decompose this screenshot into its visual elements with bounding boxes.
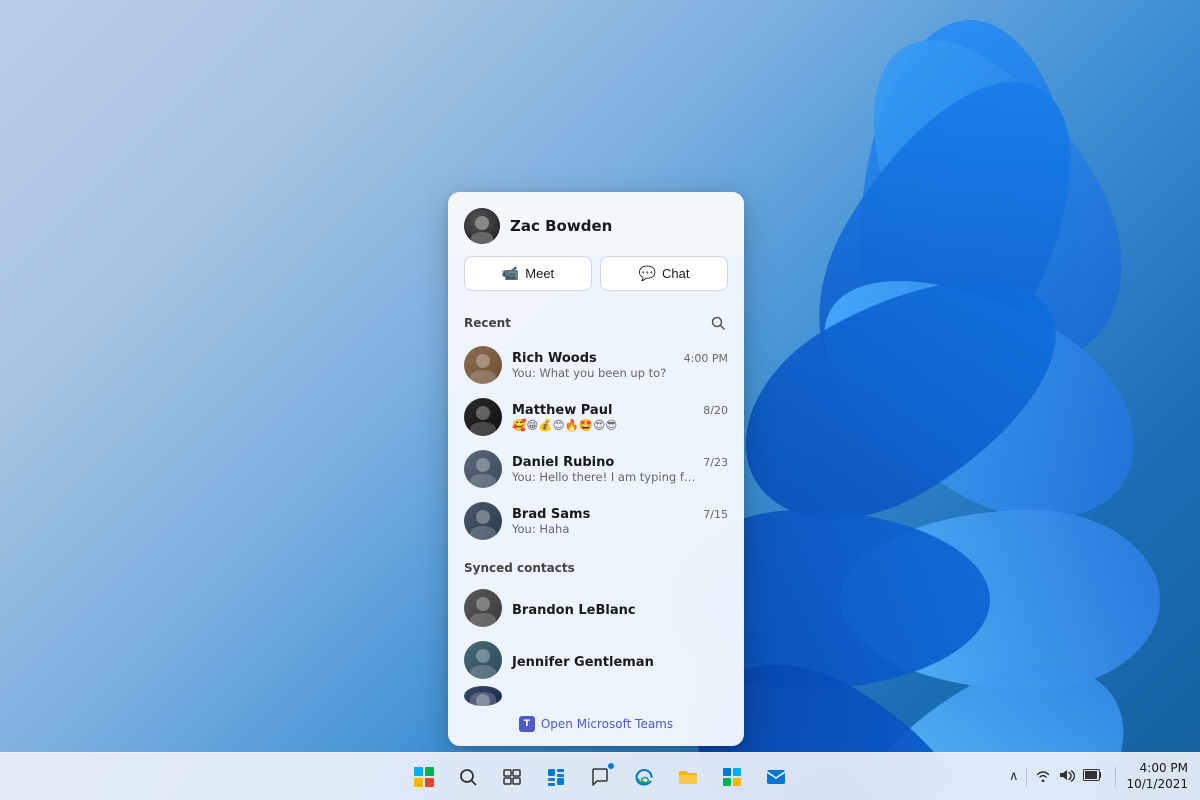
contact-avatar-jennifer-gentleman (464, 641, 502, 679)
contact-info: Jennifer Gentleman (512, 651, 728, 670)
tray-chevron[interactable]: ∧ (1007, 767, 1021, 786)
clock-separator (1115, 767, 1116, 787)
contact-preview: 🥰😁💰😊🔥🤩😍😎 (512, 418, 697, 432)
contact-info: Brad Sams 7/15 You: Haha (512, 507, 728, 536)
mail-button[interactable] (756, 757, 796, 797)
tray-icons: ∧ (1007, 766, 1106, 788)
open-teams-button[interactable]: T Open Microsoft Teams (448, 706, 744, 746)
teams-chat-popup: Zac Bowden 📹 Meet 💬 Chat Recent (448, 192, 744, 746)
contact-preview: You: Haha (512, 522, 697, 536)
contact-item[interactable]: Brandon LeBlanc (456, 582, 736, 634)
battery-icon[interactable] (1081, 767, 1105, 787)
recent-title: Recent (464, 316, 511, 330)
popup-header: Zac Bowden (448, 192, 744, 256)
recent-section-header: Recent (448, 305, 744, 339)
taskbar: ∧ (0, 752, 1200, 800)
synced-section-header: Synced contacts (448, 547, 744, 582)
search-button[interactable] (448, 757, 488, 797)
contact-item[interactable]: Daniel Rubino 7/23 You: Hello there! I a… (456, 443, 736, 495)
contact-item-partial[interactable] (456, 686, 736, 706)
action-buttons: 📹 Meet 💬 Chat (448, 256, 744, 305)
teams-logo-icon: T (519, 716, 535, 732)
contact-preview: You: What you been up to? (512, 366, 697, 380)
synced-title: Synced contacts (464, 561, 575, 575)
contact-name: Matthew Paul (512, 403, 612, 418)
widgets-button[interactable] (536, 757, 576, 797)
contact-info: Daniel Rubino 7/23 You: Hello there! I a… (512, 455, 728, 484)
video-icon: 📹 (502, 265, 519, 282)
user-name: Zac Bowden (510, 217, 612, 235)
chat-button[interactable]: 💬 Chat (600, 256, 728, 291)
contact-item[interactable]: Rich Woods 4:00 PM You: What you been up… (456, 339, 736, 391)
contact-item[interactable]: Brad Sams 7/15 You: Haha (456, 495, 736, 547)
contact-name: Brandon LeBlanc (512, 603, 636, 618)
file-explorer-button[interactable] (668, 757, 708, 797)
contact-name: Jennifer Gentleman (512, 655, 654, 670)
synced-contacts-list: Brandon LeBlanc Jennifer Gentleman (448, 582, 744, 706)
tray-separator (1026, 767, 1027, 787)
chat-icon: 💬 (639, 265, 656, 282)
taskbar-center-icons (404, 757, 796, 797)
open-teams-label: Open Microsoft Teams (541, 717, 673, 731)
contact-time: 4:00 PM (684, 352, 728, 365)
contact-time: 7/15 (703, 508, 728, 521)
contact-item[interactable]: Matthew Paul 8/20 🥰😁💰😊🔥🤩😍😎 (456, 391, 736, 443)
meet-button[interactable]: 📹 Meet (464, 256, 592, 291)
contact-item[interactable]: Jennifer Gentleman (456, 634, 736, 686)
contact-name: Daniel Rubino (512, 455, 614, 470)
task-view-button[interactable] (492, 757, 532, 797)
clock-date: 10/1/2021 (1126, 777, 1188, 793)
avatar (464, 208, 500, 244)
recent-contacts-list: Rich Woods 4:00 PM You: What you been up… (448, 339, 744, 547)
contact-avatar-daniel-rubino (464, 450, 502, 488)
contact-avatar-rich-woods (464, 346, 502, 384)
volume-icon[interactable] (1057, 766, 1077, 788)
contact-avatar-matthew-paul (464, 398, 502, 436)
contact-time: 8/20 (703, 404, 728, 417)
wifi-icon[interactable] (1033, 766, 1053, 788)
system-tray: ∧ (1007, 761, 1188, 792)
contact-avatar-brad-sams (464, 502, 502, 540)
chat-badge (607, 762, 615, 770)
contact-info: Brandon LeBlanc (512, 599, 728, 618)
start-button[interactable] (404, 757, 444, 797)
chat-label: Chat (662, 266, 689, 281)
contact-name: Brad Sams (512, 507, 590, 522)
meet-label: Meet (525, 266, 554, 281)
contact-avatar-brandon-leblanc (464, 589, 502, 627)
chat-taskbar-button[interactable] (580, 757, 620, 797)
edge-button[interactable] (624, 757, 664, 797)
search-recent-button[interactable] (708, 313, 728, 333)
microsoft-store-button[interactable] (712, 757, 752, 797)
clock[interactable]: 4:00 PM 10/1/2021 (1126, 761, 1188, 792)
contact-name: Rich Woods (512, 351, 597, 366)
clock-time: 4:00 PM (1126, 761, 1188, 777)
desktop: Zac Bowden 📹 Meet 💬 Chat Recent (0, 0, 1200, 800)
contact-info: Matthew Paul 8/20 🥰😁💰😊🔥🤩😍😎 (512, 403, 728, 432)
contact-preview: You: Hello there! I am typing for a vide… (512, 470, 697, 484)
contact-time: 7/23 (703, 456, 728, 469)
contact-info: Rich Woods 4:00 PM You: What you been up… (512, 351, 728, 380)
